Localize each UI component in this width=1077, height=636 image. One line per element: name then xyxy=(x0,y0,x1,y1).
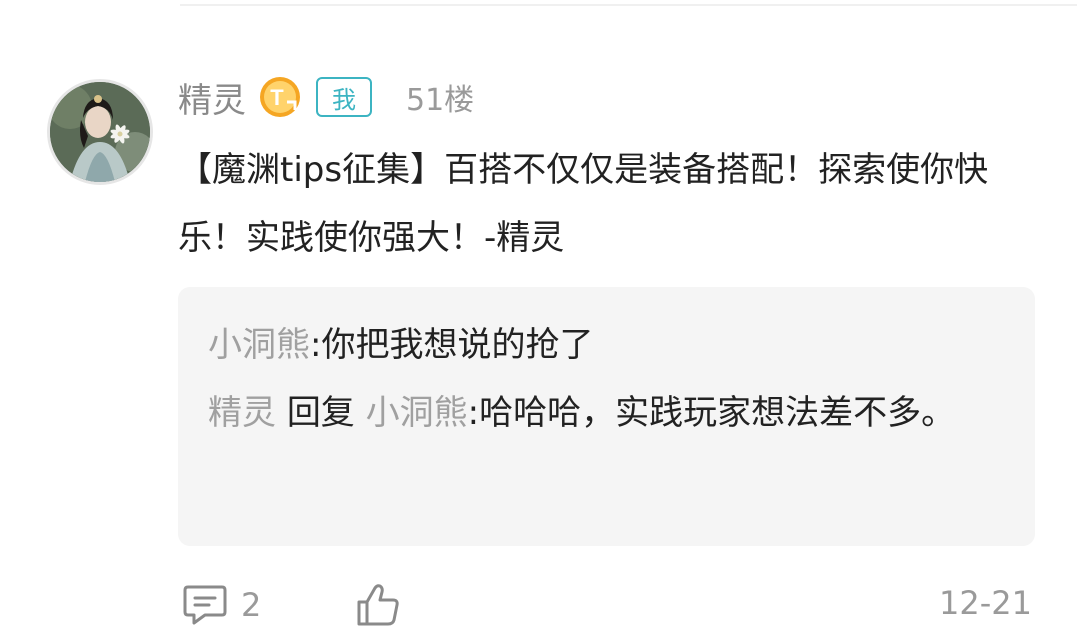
comment-count: 2 xyxy=(241,586,262,624)
reply-separator: : xyxy=(467,393,480,433)
user-avatar[interactable] xyxy=(47,79,153,185)
reply-item[interactable]: 精灵 回复 小洞熊:哈哈哈，实践玩家想法差不多。 xyxy=(208,379,1005,447)
comment-button[interactable]: 2 xyxy=(183,584,261,626)
reply-text: 哈哈哈，实践玩家想法差不多。 xyxy=(479,393,956,433)
reply-list[interactable]: 小洞熊:你把我想说的抢了 精灵 回复 小洞熊:哈哈哈，实践玩家想法差不多。 xyxy=(178,287,1035,546)
avatar-image xyxy=(50,82,150,182)
comment-icon xyxy=(183,585,227,625)
level-badge-letter: T xyxy=(270,85,284,110)
thumbs-up-icon[interactable] xyxy=(355,582,401,628)
reply-word: 回复 xyxy=(286,393,355,433)
reply-author[interactable]: 小洞熊 xyxy=(208,325,310,365)
level-badge-icon: T xyxy=(260,77,300,117)
floor-number: 51楼 xyxy=(406,83,475,118)
reply-author[interactable]: 精灵 xyxy=(208,393,276,433)
top-divider xyxy=(180,4,1077,6)
reply-item[interactable]: 小洞熊:你把我想说的抢了 xyxy=(208,311,1005,379)
self-tag: 我 xyxy=(316,77,372,117)
reply-target[interactable]: 小洞熊 xyxy=(366,393,468,433)
reply-text: 你把我想说的抢了 xyxy=(321,325,594,365)
post-header: 精灵 T 我 51楼 xyxy=(178,72,474,122)
post-content: 【魔渊tips征集】百搭不仅仅是装备搭配！探索使你快乐！实践使你强大！-精灵 xyxy=(178,150,989,258)
reply-separator: : xyxy=(310,325,322,365)
username[interactable]: 精灵 xyxy=(178,73,246,122)
post-date: 12-21 xyxy=(939,584,1032,622)
